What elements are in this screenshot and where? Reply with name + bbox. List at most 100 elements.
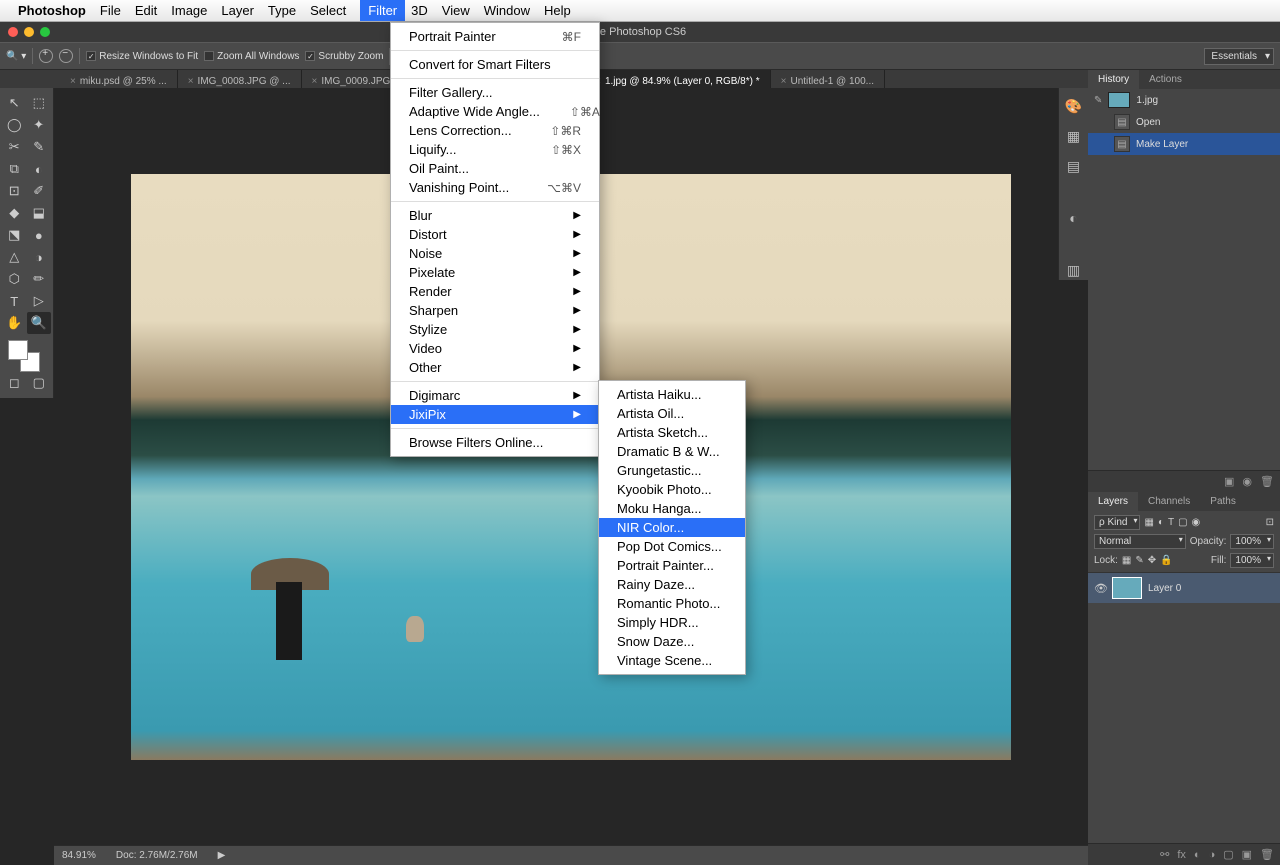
- filter-menu-item[interactable]: Lens Correction...⇧⌘R: [391, 121, 599, 140]
- visibility-icon[interactable]: 👁: [1094, 582, 1106, 595]
- close-icon[interactable]: [8, 27, 18, 37]
- swatches-icon[interactable]: ▦: [1064, 126, 1084, 146]
- zoom-in-icon[interactable]: [39, 49, 53, 63]
- tool-13[interactable]: ●: [27, 224, 51, 246]
- tool-20[interactable]: ✋: [2, 312, 26, 334]
- filter-icon[interactable]: ◉: [1192, 517, 1201, 528]
- tool-14[interactable]: △: [2, 246, 26, 268]
- filter-menu-item[interactable]: JixiPix▶: [391, 405, 599, 424]
- app-name[interactable]: Photoshop: [18, 3, 86, 18]
- tab-layers[interactable]: Layers: [1088, 492, 1138, 511]
- group-icon[interactable]: ▢: [1223, 848, 1233, 861]
- tool-11[interactable]: ⬓: [27, 202, 51, 224]
- filter-menu-item[interactable]: Pixelate▶: [391, 263, 599, 282]
- menu-image[interactable]: Image: [171, 3, 207, 18]
- menu-select[interactable]: Select: [310, 3, 346, 18]
- fill-value[interactable]: 100%: [1230, 553, 1274, 568]
- filter-menu-item[interactable]: Adaptive Wide Angle...⇧⌘A: [391, 102, 599, 121]
- lock-paint-icon[interactable]: ✎: [1135, 555, 1143, 566]
- menu-edit[interactable]: Edit: [135, 3, 157, 18]
- tool-3[interactable]: ✦: [27, 114, 51, 136]
- tab-history[interactable]: History: [1088, 70, 1139, 89]
- toggle-icon[interactable]: ⊡: [1266, 517, 1274, 528]
- tool-12[interactable]: ⬔: [2, 224, 26, 246]
- submenu-item[interactable]: Artista Oil...: [599, 404, 745, 423]
- filter-icon[interactable]: ◐: [1158, 517, 1164, 528]
- styles-icon[interactable]: ▤: [1064, 156, 1084, 176]
- submenu-item[interactable]: Artista Sketch...: [599, 423, 745, 442]
- tool-7[interactable]: ◐: [27, 158, 51, 180]
- scrubby-zoom-checkbox[interactable]: ✓Scrubby Zoom: [305, 51, 383, 62]
- new-snapshot-icon[interactable]: ▣: [1224, 475, 1234, 488]
- tab-actions[interactable]: Actions: [1139, 70, 1192, 89]
- submenu-item[interactable]: Grungetastic...: [599, 461, 745, 480]
- filter-menu-item[interactable]: Video▶: [391, 339, 599, 358]
- tool-10[interactable]: ◆: [2, 202, 26, 224]
- filter-icon[interactable]: ▦: [1144, 517, 1153, 528]
- filter-menu-item[interactable]: Convert for Smart Filters: [391, 55, 599, 74]
- menu-type[interactable]: Type: [268, 3, 296, 18]
- tab-paths[interactable]: Paths: [1200, 492, 1246, 511]
- close-tab-icon[interactable]: ×: [312, 76, 318, 87]
- tool-19[interactable]: ▷: [27, 290, 51, 312]
- trash-icon[interactable]: 🗑: [1260, 475, 1274, 488]
- zoom-all-checkbox[interactable]: Zoom All Windows: [204, 51, 299, 62]
- fx-icon[interactable]: fx: [1177, 849, 1186, 861]
- tool-6[interactable]: ⧉: [2, 158, 26, 180]
- doc-size[interactable]: Doc: 2.76M/2.76M: [116, 850, 198, 861]
- quickmask-icon[interactable]: ◻: [2, 372, 26, 394]
- filter-menu-item[interactable]: Digimarc▶: [391, 386, 599, 405]
- minimize-icon[interactable]: [24, 27, 34, 37]
- filter-menu-item[interactable]: Blur▶: [391, 206, 599, 225]
- kind-filter[interactable]: ρ Kind: [1094, 515, 1140, 530]
- status-arrow-icon[interactable]: ▶: [218, 850, 226, 861]
- mask-icon[interactable]: ◐: [1194, 849, 1201, 861]
- tool-17[interactable]: ✏: [27, 268, 51, 290]
- close-tab-icon[interactable]: ×: [70, 76, 76, 87]
- layer-name[interactable]: Layer 0: [1148, 583, 1181, 594]
- maximize-icon[interactable]: [40, 27, 50, 37]
- tool-4[interactable]: ✂: [2, 136, 26, 158]
- filter-icon[interactable]: ▢: [1178, 517, 1187, 528]
- submenu-item[interactable]: Artista Haiku...: [599, 385, 745, 404]
- filter-menu-item[interactable]: Browse Filters Online...: [391, 433, 599, 452]
- history-item[interactable]: ▤ Open: [1088, 111, 1280, 133]
- link-icon[interactable]: ⚯: [1160, 848, 1169, 861]
- history-item[interactable]: ▤ Make Layer: [1088, 133, 1280, 155]
- submenu-item[interactable]: Portrait Painter...: [599, 556, 745, 575]
- submenu-item[interactable]: Moku Hanga...: [599, 499, 745, 518]
- color-icon[interactable]: 🎨: [1064, 96, 1084, 116]
- adjust-icon[interactable]: ◐: [1064, 208, 1084, 228]
- submenu-item[interactable]: Kyoobik Photo...: [599, 480, 745, 499]
- menu-window[interactable]: Window: [484, 3, 530, 18]
- history-doc-row[interactable]: ✎ 1.jpg: [1088, 89, 1280, 111]
- menu-view[interactable]: View: [442, 3, 470, 18]
- submenu-item[interactable]: NIR Color...: [599, 518, 745, 537]
- zoom-out-icon[interactable]: [59, 49, 73, 63]
- tool-9[interactable]: ✐: [27, 180, 51, 202]
- filter-menu-item[interactable]: Render▶: [391, 282, 599, 301]
- workspace-dropdown[interactable]: Essentials: [1204, 48, 1274, 65]
- color-swatch[interactable]: [2, 338, 51, 372]
- lock-move-icon[interactable]: ✥: [1148, 555, 1156, 566]
- filter-menu-item[interactable]: Portrait Painter⌘F: [391, 27, 599, 46]
- submenu-item[interactable]: Romantic Photo...: [599, 594, 745, 613]
- submenu-item[interactable]: Rainy Daze...: [599, 575, 745, 594]
- menu-3d[interactable]: 3D: [411, 3, 428, 18]
- filter-menu-item[interactable]: Sharpen▶: [391, 301, 599, 320]
- menu-layer[interactable]: Layer: [221, 3, 254, 18]
- tab-channels[interactable]: Channels: [1138, 492, 1200, 511]
- submenu-item[interactable]: Snow Daze...: [599, 632, 745, 651]
- menu-file[interactable]: File: [100, 3, 121, 18]
- filter-menu-item[interactable]: Oil Paint...: [391, 159, 599, 178]
- camera-icon[interactable]: ◉: [1242, 475, 1252, 488]
- tool-16[interactable]: ⬡: [2, 268, 26, 290]
- screenmode-icon[interactable]: ▢: [27, 372, 51, 394]
- submenu-item[interactable]: Pop Dot Comics...: [599, 537, 745, 556]
- lock-trans-icon[interactable]: ▦: [1122, 555, 1131, 566]
- tool-8[interactable]: ⊡: [2, 180, 26, 202]
- menu-filter[interactable]: Filter: [360, 0, 405, 21]
- new-layer-icon[interactable]: ▣: [1242, 848, 1252, 861]
- extra-icon[interactable]: ▥: [1064, 260, 1084, 280]
- tool-21[interactable]: 🔍: [27, 312, 51, 334]
